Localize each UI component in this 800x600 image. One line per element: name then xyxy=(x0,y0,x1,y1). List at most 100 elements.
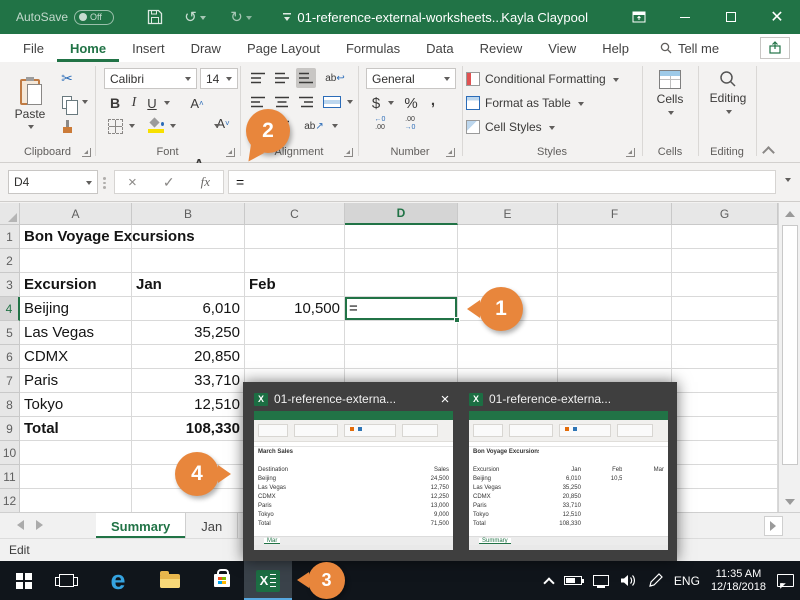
cell-A10[interactable] xyxy=(20,441,132,465)
clipboard-dialog-launcher[interactable] xyxy=(82,148,91,157)
language-indicator[interactable]: ENG xyxy=(674,574,700,588)
row-header-3[interactable]: 3 xyxy=(0,273,20,297)
styles-dialog-launcher[interactable] xyxy=(626,148,635,157)
cell-B4[interactable]: 6,010 xyxy=(132,297,245,321)
font-color-dropdown-icon[interactable] xyxy=(214,124,220,131)
cell-D2[interactable] xyxy=(345,249,458,273)
formula-input[interactable]: = xyxy=(228,170,776,194)
cell-B9[interactable]: 108,330 xyxy=(132,417,245,441)
editing-button[interactable]: Editing xyxy=(702,66,754,144)
italic-button[interactable]: I xyxy=(126,93,142,113)
edge-button[interactable]: e xyxy=(102,561,134,600)
window-thumbnail[interactable]: Bon Voyage ExcursionsExcursionJanFebMarB… xyxy=(469,411,668,550)
pen-icon[interactable] xyxy=(648,573,663,588)
cell-D3[interactable] xyxy=(345,273,458,297)
cell-B5[interactable]: 35,250 xyxy=(132,321,245,345)
ribbon-display-options-button[interactable] xyxy=(616,0,662,34)
cell-G12[interactable] xyxy=(672,489,778,512)
row-header-11[interactable]: 11 xyxy=(0,465,20,489)
cell-E6[interactable] xyxy=(458,345,558,369)
network-icon[interactable] xyxy=(593,575,609,586)
font-size-select[interactable]: 14 xyxy=(200,68,238,89)
row-header-8[interactable]: 8 xyxy=(0,393,20,417)
borders-button[interactable] xyxy=(106,117,125,136)
cell-B7[interactable]: 33,710 xyxy=(132,369,245,393)
cell-C3[interactable]: Feb xyxy=(245,273,345,297)
row-header-10[interactable]: 10 xyxy=(0,441,20,465)
cell-F1[interactable] xyxy=(558,225,672,249)
excel-taskbar-button[interactable]: X xyxy=(244,561,292,600)
cell-G5[interactable] xyxy=(672,321,778,345)
insert-function-button[interactable]: fx xyxy=(201,174,210,190)
row-header-4[interactable]: 4 xyxy=(0,297,20,321)
tell-me-box[interactable]: Tell me xyxy=(660,34,719,62)
previous-sheet-button[interactable] xyxy=(12,520,24,530)
increase-font-button[interactable]: A˄ xyxy=(186,93,208,113)
font-name-select[interactable]: Calibri xyxy=(104,68,197,89)
clock[interactable]: 11:35 AM 12/18/2018 xyxy=(711,568,766,594)
cell-C1[interactable] xyxy=(245,225,345,249)
cell-C6[interactable] xyxy=(245,345,345,369)
tab-insert[interactable]: Insert xyxy=(119,34,178,62)
column-header-A[interactable]: A xyxy=(20,203,132,225)
cell-D5[interactable] xyxy=(345,321,458,345)
cell-G9[interactable] xyxy=(672,417,778,441)
comma-style-button[interactable]: , xyxy=(426,90,440,110)
merge-center-dropdown-icon[interactable] xyxy=(347,100,353,107)
align-center-button[interactable] xyxy=(272,92,292,112)
cell-A9[interactable]: Total xyxy=(20,417,132,441)
collapse-ribbon-button[interactable] xyxy=(762,146,775,159)
row-header-7[interactable]: 7 xyxy=(0,369,20,393)
cell-D1[interactable] xyxy=(345,225,458,249)
top-align-button[interactable] xyxy=(248,68,268,88)
cell-G1[interactable] xyxy=(672,225,778,249)
merge-center-button[interactable] xyxy=(320,92,344,112)
cell-B8[interactable]: 12,510 xyxy=(132,393,245,417)
column-header-F[interactable]: F xyxy=(558,203,672,225)
column-header-G[interactable]: G xyxy=(672,203,778,225)
paste-button[interactable]: Paste xyxy=(8,66,52,142)
tab-page-layout[interactable]: Page Layout xyxy=(234,34,333,62)
sheet-tab-jan[interactable]: Jan xyxy=(186,513,238,539)
cell-F2[interactable] xyxy=(558,249,672,273)
row-header-9[interactable]: 9 xyxy=(0,417,20,441)
undo-button[interactable]: ↺ xyxy=(182,0,208,34)
store-button[interactable] xyxy=(206,561,238,600)
user-name[interactable]: Kayla Claypool xyxy=(501,0,588,34)
vertical-scrollbar[interactable] xyxy=(778,203,800,512)
cell-A11[interactable] xyxy=(20,465,132,489)
cells-button[interactable]: Cells xyxy=(644,66,696,144)
cell-B2[interactable] xyxy=(132,249,245,273)
cell-E1[interactable] xyxy=(458,225,558,249)
cell-B6[interactable]: 20,850 xyxy=(132,345,245,369)
cell-G7[interactable] xyxy=(672,369,778,393)
row-header-12[interactable]: 12 xyxy=(0,489,20,512)
preview-card-1[interactable]: X01-reference-externa...×March SalesDest… xyxy=(247,382,460,561)
cell-A5[interactable]: Las Vegas xyxy=(20,321,132,345)
tab-view[interactable]: View xyxy=(535,34,589,62)
percent-style-button[interactable]: % xyxy=(402,93,420,113)
cell-E2[interactable] xyxy=(458,249,558,273)
select-all-corner[interactable] xyxy=(0,203,20,225)
cell-G4[interactable] xyxy=(672,297,778,321)
cell-D4[interactable]: = xyxy=(345,297,458,321)
font-dialog-launcher[interactable] xyxy=(226,148,235,157)
action-center-button[interactable] xyxy=(777,574,794,587)
sheet-tab-summary[interactable]: Summary xyxy=(96,513,186,539)
tab-help[interactable]: Help xyxy=(589,34,642,62)
cell-A6[interactable]: CDMX xyxy=(20,345,132,369)
cell-D6[interactable] xyxy=(345,345,458,369)
scroll-down-button[interactable] xyxy=(781,493,799,511)
format-as-table-button[interactable]: Format as Table xyxy=(466,92,638,114)
tab-data[interactable]: Data xyxy=(413,34,466,62)
alignment-dialog-launcher[interactable] xyxy=(344,148,353,157)
save-button[interactable] xyxy=(142,0,168,34)
vertical-scroll-thumb[interactable] xyxy=(782,225,798,465)
cut-button[interactable]: ✂ xyxy=(56,68,78,88)
cell-F6[interactable] xyxy=(558,345,672,369)
autosave-toggle[interactable]: AutoSave Off xyxy=(16,0,114,34)
fill-color-button[interactable] xyxy=(146,115,166,131)
scroll-up-button[interactable] xyxy=(781,204,799,222)
fill-color-dropdown-icon[interactable] xyxy=(170,124,176,131)
next-sheet-button[interactable] xyxy=(36,520,48,530)
